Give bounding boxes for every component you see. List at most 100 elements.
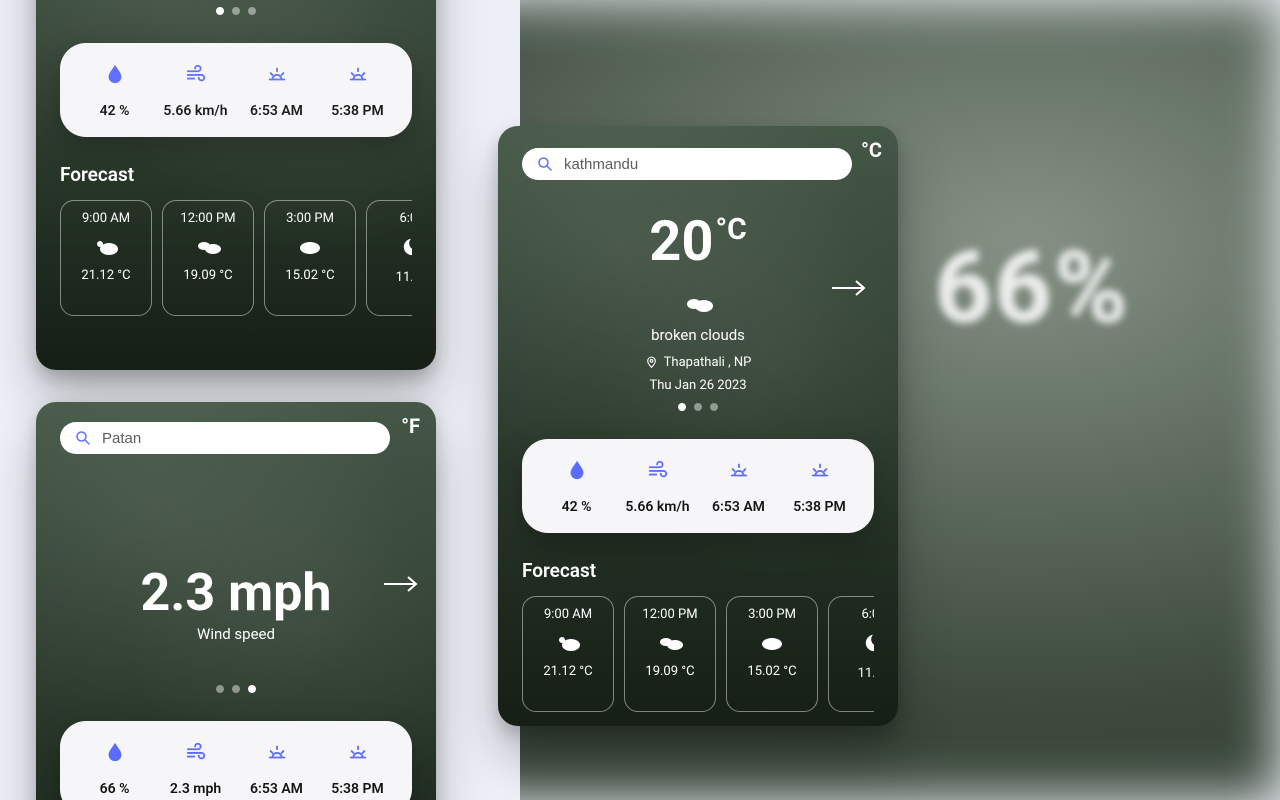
date-text: Thu Jan 26 2023 (522, 378, 874, 393)
forecast-card[interactable]: 12:00 PM 19.09 °C (162, 200, 254, 316)
stat-sunrise-value: 6:53 AM (236, 781, 317, 797)
dot-0[interactable] (216, 7, 224, 15)
temp-unit: °C (715, 212, 746, 247)
hero-sublabel: Wind speed (60, 625, 412, 643)
stats-card: 42 % 5.66 km/h 6:53 AM 5:38 PM (60, 43, 412, 137)
forecast-time: 12:00 PM (629, 607, 711, 622)
sunrise-icon (266, 63, 288, 85)
page-dots[interactable] (60, 7, 412, 15)
stat-humidity-value: 42 % (536, 499, 617, 515)
forecast-card[interactable]: 6:00 11.19 (828, 596, 874, 712)
clouds-icon (629, 632, 711, 656)
stat-wind-value: 5.66 km/h (617, 499, 698, 515)
unit-toggle[interactable]: °C (861, 138, 882, 162)
stat-sunrise: 6:53 AM (236, 741, 317, 797)
wind-icon (185, 63, 207, 85)
backdrop-big-percent: 66% (935, 230, 1130, 347)
stats-card: 66 % 2.3 mph 6:53 AM 5:38 PM (60, 721, 412, 800)
forecast-temp: 11.19 (371, 270, 412, 285)
moon-icon (371, 236, 412, 262)
stat-sunset-value: 5:38 PM (317, 103, 398, 119)
weather-card-wind: °F 2.3 mph Wind speed 66 % 2.3 mph 6:53 … (36, 402, 436, 800)
weather-card-main: °C 20°C broken clouds Thapathali , NP Th… (498, 126, 898, 726)
stat-humidity: 42 % (74, 63, 155, 119)
dot-2[interactable] (248, 7, 256, 15)
stat-humidity: 42 % (536, 459, 617, 515)
search-input[interactable] (564, 156, 838, 173)
forecast-temp: 19.09 °C (629, 664, 711, 679)
page-dots[interactable] (522, 403, 874, 411)
stat-sunrise-value: 6:53 AM (698, 499, 779, 515)
moon-icon (833, 632, 874, 658)
dot-1[interactable] (232, 7, 240, 15)
humidity-icon (566, 459, 588, 481)
forecast-time: 3:00 PM (731, 607, 813, 622)
dot-2[interactable] (710, 403, 718, 411)
hero-value: 2.3 mph (60, 562, 412, 623)
search-bar[interactable] (60, 422, 390, 454)
temp-number: 20 (649, 208, 713, 274)
forecast-row[interactable]: 9:00 AM 21.12 °C 12:00 PM 19.09 °C 3:00 … (60, 200, 412, 316)
search-bar[interactable] (522, 148, 852, 180)
cloud-icon (731, 632, 813, 656)
dot-2[interactable] (248, 685, 256, 693)
clouds-icon (167, 236, 249, 260)
stat-wind-value: 5.66 km/h (155, 103, 236, 119)
forecast-card[interactable]: 9:00 AM 21.12 °C (522, 596, 614, 712)
stat-humidity-value: 42 % (74, 103, 155, 119)
forecast-row[interactable]: 9:00 AM 21.12 °C 12:00 PM 19.09 °C 3:00 … (522, 596, 874, 712)
stat-sunrise: 6:53 AM (236, 63, 317, 119)
hero-section: 20°C broken clouds Thapathali , NP Thu J… (522, 208, 874, 411)
next-arrow[interactable] (382, 574, 422, 598)
forecast-card[interactable]: 12:00 PM 19.09 °C (624, 596, 716, 712)
sunset-icon (809, 459, 831, 481)
forecast-time: 6:00 (833, 607, 874, 622)
stats-card: 42 % 5.66 km/h 6:53 AM 5:38 PM (522, 439, 874, 533)
dot-1[interactable] (694, 403, 702, 411)
location-pin-icon (645, 354, 658, 370)
forecast-time: 6:00 (371, 211, 412, 226)
sunset-icon (347, 741, 369, 763)
search-icon (536, 155, 554, 173)
dot-1[interactable] (232, 685, 240, 693)
stat-wind: 5.66 km/h (155, 63, 236, 119)
next-arrow[interactable] (830, 278, 870, 302)
forecast-temp: 11.19 (833, 666, 874, 681)
stat-sunset: 5:38 PM (317, 63, 398, 119)
forecast-title: Forecast (522, 559, 874, 582)
forecast-time: 3:00 PM (269, 211, 351, 226)
forecast-time: 12:00 PM (167, 211, 249, 226)
forecast-time: 9:00 AM (65, 211, 147, 226)
wind-icon (647, 459, 669, 481)
page-dots[interactable] (60, 685, 412, 693)
sunset-icon (347, 63, 369, 85)
forecast-temp: 21.12 °C (65, 268, 147, 283)
hero-section: 2.3 mph Wind speed (60, 482, 412, 643)
forecast-card[interactable]: 3:00 PM 15.02 °C (264, 200, 356, 316)
search-input[interactable] (102, 430, 376, 447)
condition-text: broken clouds (522, 326, 874, 344)
wind-icon (185, 741, 207, 763)
stat-humidity-value: 66 % (74, 781, 155, 797)
forecast-card[interactable]: 3:00 PM 15.02 °C (726, 596, 818, 712)
cloud-icon (269, 236, 351, 260)
location-text: Thapathali , NP (522, 354, 874, 370)
condition-icon (522, 292, 874, 318)
stat-sunset-value: 5:38 PM (779, 499, 860, 515)
humidity-icon (104, 741, 126, 763)
forecast-temp: 19.09 °C (167, 268, 249, 283)
forecast-card[interactable]: 9:00 AM 21.12 °C (60, 200, 152, 316)
search-icon (74, 429, 92, 447)
sunrise-icon (266, 741, 288, 763)
cloud-sun-icon (65, 236, 147, 260)
unit-toggle[interactable]: °F (401, 414, 420, 438)
stat-humidity: 66 % (74, 741, 155, 797)
dot-0[interactable] (216, 685, 224, 693)
dot-0[interactable] (678, 403, 686, 411)
stat-wind-value: 2.3 mph (155, 781, 236, 797)
sunrise-icon (728, 459, 750, 481)
forecast-temp: 15.02 °C (269, 268, 351, 283)
forecast-temp: 15.02 °C (731, 664, 813, 679)
forecast-card[interactable]: 6:00 11.19 (366, 200, 412, 316)
forecast-time: 9:00 AM (527, 607, 609, 622)
